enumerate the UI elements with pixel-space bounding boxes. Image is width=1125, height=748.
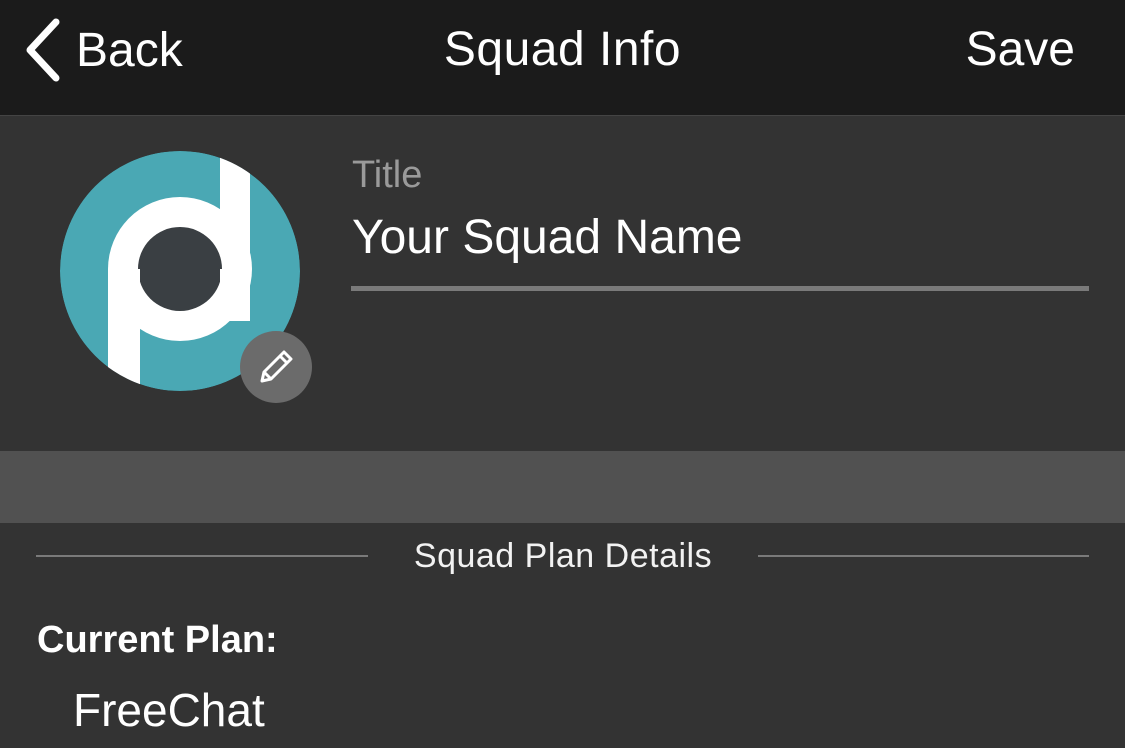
pencil-icon: [260, 350, 293, 383]
title-field-label: Title: [352, 154, 423, 196]
squad-title-input[interactable]: [350, 206, 1090, 268]
plan-section-heading: Squad Plan Details: [413, 537, 713, 575]
current-plan-value: FreeChat: [73, 684, 265, 736]
page-title: Squad Info: [443, 23, 682, 76]
title-field-underline: [351, 286, 1089, 291]
divider-line: [36, 555, 368, 557]
save-button[interactable]: Save: [966, 22, 1075, 77]
squad-profile-section: Title: [0, 116, 1125, 451]
navigation-bar: Back Squad Info Save: [0, 0, 1125, 116]
squad-plan-section: Squad Plan Details Current Plan: FreeCha…: [0, 523, 1125, 748]
current-plan-label: Current Plan:: [37, 619, 278, 661]
section-separator: [0, 451, 1125, 523]
divider-line: [758, 555, 1089, 557]
edit-avatar-button[interactable]: [240, 331, 312, 403]
